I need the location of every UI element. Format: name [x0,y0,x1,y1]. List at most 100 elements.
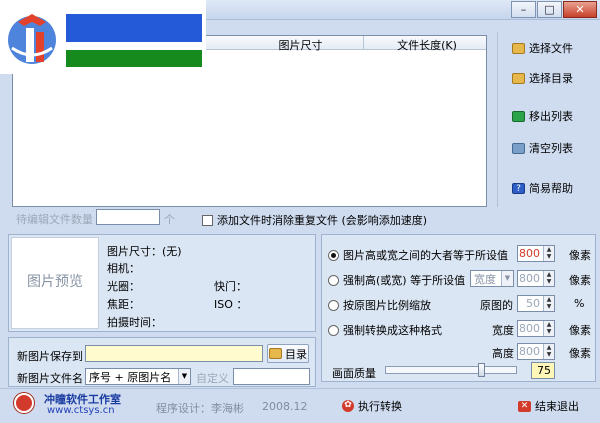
save-panel: 新图片保存到 目录 新图片文件名 序号 + 原图片名 ▼ 自定义 [8,337,316,387]
scale-value: 50 [526,297,540,310]
dedupe-checkbox-row[interactable]: 添加文件时消除重复文件 (会影响添加速度) [202,212,427,228]
force-side-value: 800 [519,272,540,285]
dedupe-label: 添加文件时消除重复文件 (会影响添加速度) [217,214,428,227]
select-file-label: 选择文件 [529,42,573,55]
resize-options-panel: 图片高或宽之间的大者等于所设值 800 ▲ ▼ 像素 强制高(或宽) 等于所设值 宽… [321,234,596,382]
clear-list-button[interactable]: 清空列表 [512,140,573,156]
help-label: 简易帮助 [529,182,573,195]
scale-sub-label: 原图的 [480,299,513,312]
minimize-button[interactable]: – [511,1,536,18]
select-dir-button[interactable]: 选择目录 [512,70,573,86]
force-side-spinner[interactable]: 800 ▲ ▼ [517,270,555,287]
spin-arrows-icon[interactable]: ▲ ▼ [543,344,554,359]
preview-panel: 图片预览 图片尺寸：(无) 相机： 光圈： 快门： 焦距： ISO ： 拍摄时间… [8,234,316,332]
format-height-spinner[interactable]: 800 ▲ ▼ [517,343,555,360]
folder-icon [512,42,525,54]
gear-icon: ✿ [342,400,354,412]
folder-icon [512,72,525,84]
spin-arrows-icon[interactable]: ▲ ▼ [543,321,554,336]
option-scale-label: 按原图片比例缩放 [343,299,431,312]
save-dir-input[interactable] [85,345,263,362]
chevron-down-icon[interactable]: ▼ [178,369,190,384]
column-header-size[interactable]: 图片尺寸 [238,37,363,53]
option-force-format-label: 强制转换成这种格式 [343,324,442,337]
preview-placeholder: 图片预览 [27,274,83,290]
max-side-unit: 像素 [569,249,591,262]
close-icon: ✕ [518,400,531,412]
filename-combo[interactable]: 序号 + 原图片名 ▼ [85,368,191,385]
focal-label: 焦距： [107,298,140,311]
pending-count-label: 待编辑文件数量 [16,213,93,226]
logo-banner-green [66,50,202,67]
select-file-button[interactable]: 选择文件 [512,40,573,56]
studio-logo-icon [14,393,34,413]
radio-scale[interactable] [328,299,339,311]
scale-unit: % [574,297,585,310]
browse-dir-button[interactable]: 目录 [267,344,309,363]
option-max-side-label: 图片高或宽之间的大者等于所设值 [343,249,508,262]
format-height-label: 高度 [492,347,514,360]
arrow-right-icon [512,110,525,122]
logo-banner-blue [66,14,202,42]
designer-credit: 程序设计：李海彬 [156,402,244,415]
force-side-combo-value: 宽度 [474,272,496,286]
run-convert-button[interactable]: ✿ 执行转换 [342,398,402,414]
force-side-combo[interactable]: 宽度 ▼ [470,270,514,287]
max-side-spinner[interactable]: 800 ▲ ▼ [517,245,555,262]
camera-label: 相机： [107,262,140,275]
side-button-panel: 选择文件 选择目录 移出列表 清空列表 ? 简易帮助 [497,32,593,207]
format-width-label: 宽度 [492,324,514,337]
column-divider [363,36,364,50]
radio-force-format[interactable] [328,324,339,336]
quality-slider-track[interactable] [385,363,517,377]
option-max-side[interactable]: 图片高或宽之间的大者等于所设值 [328,247,508,263]
folder-icon [269,348,282,359]
browse-dir-label: 目录 [285,347,307,361]
radio-max-side[interactable] [328,249,339,261]
run-convert-label: 执行转换 [358,400,402,413]
filename-combo-value: 序号 + 原图片名 [89,370,172,384]
pending-count-unit: 个 [164,213,175,226]
remove-list-label: 移出列表 [529,110,573,123]
image-preview: 图片预览 [11,237,99,329]
exit-label: 结束退出 [535,400,579,413]
clear-list-label: 清空列表 [529,142,573,155]
spin-arrows-icon[interactable]: ▲ ▼ [543,271,554,286]
chevron-down-icon[interactable]: ▼ [501,271,513,286]
close-button[interactable]: ✕ [563,1,597,18]
option-force-format[interactable]: 强制转换成这种格式 [328,322,442,338]
format-height-value: 800 [519,345,540,358]
quality-label: 画面质量 [332,367,376,380]
option-scale[interactable]: 按原图片比例缩放 [328,297,431,313]
select-dir-label: 选择目录 [529,72,573,85]
help-button[interactable]: ? 简易帮助 [512,180,573,196]
column-header-filesize[interactable]: 文件长度(K) [368,37,486,53]
save-dir-label: 新图片保存到 [17,350,83,363]
spin-arrows-icon[interactable]: ▲ ▼ [543,246,554,261]
shoot-time-label: 拍摄时间： [107,316,162,329]
option-force-side[interactable]: 强制高(或宽) 等于所设值 [328,272,465,288]
format-width-value: 800 [519,322,540,335]
help-icon: ? [512,182,525,194]
aperture-label: 光圈： [107,280,140,293]
format-width-spinner[interactable]: 800 ▲ ▼ [517,320,555,337]
max-side-value: 800 [519,247,540,260]
scale-spinner[interactable]: 50 ▲ ▼ [517,295,555,312]
studio-website[interactable]: www.ctsys.cn [47,405,115,416]
iso-label: ISO ： [214,298,248,311]
custom-name-input[interactable] [233,368,310,385]
filename-label: 新图片文件名 [17,372,83,385]
radio-force-side[interactable] [328,274,339,286]
dedupe-checkbox[interactable] [202,214,213,226]
broom-icon [512,142,525,154]
quality-slider-thumb[interactable] [478,363,485,377]
custom-name-label: 自定义 [196,372,229,385]
logo-mark-icon [8,14,56,64]
release-date: 2008.12 [262,400,308,413]
quality-value[interactable]: 75 [531,362,555,379]
spin-arrows-icon[interactable]: ▲ ▼ [543,296,554,311]
remove-list-button[interactable]: 移出列表 [512,108,573,124]
exit-button[interactable]: ✕ 结束退出 [518,398,579,414]
pending-count-field [96,209,160,225]
maximize-button[interactable]: □ [537,1,562,18]
